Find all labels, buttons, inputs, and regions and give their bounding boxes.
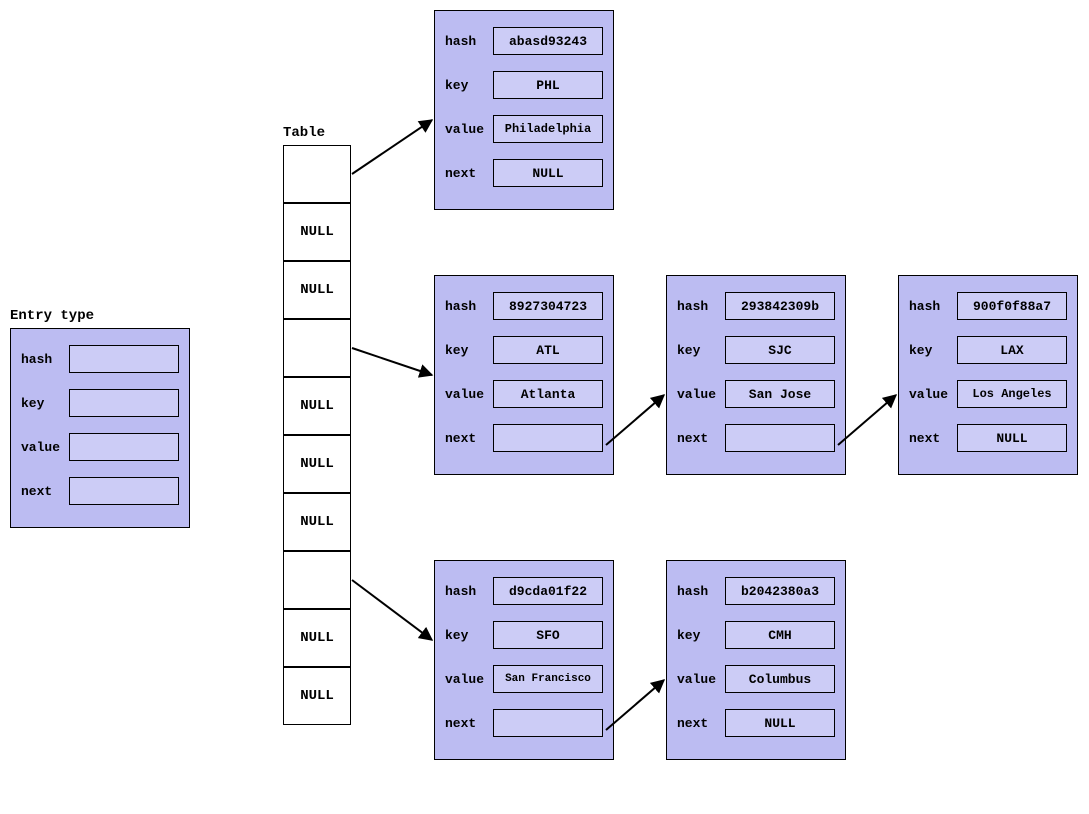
legend-value-label: value: [21, 440, 63, 455]
sfo-value-val: San Francisco: [493, 665, 603, 693]
atl-next-val: [493, 424, 603, 452]
table-slot-3: [283, 319, 351, 377]
atl-value-label: value: [445, 387, 487, 402]
phl-key-label: key: [445, 78, 487, 93]
arrow-sjc-lax: [838, 395, 896, 445]
legend-key-label: key: [21, 396, 63, 411]
sjc-next-val: [725, 424, 835, 452]
table-slot-5: NULL: [283, 435, 351, 493]
table-slot-6: NULL: [283, 493, 351, 551]
lax-hash-val: 900f0f88a7: [957, 292, 1067, 320]
sjc-key-label: key: [677, 343, 719, 358]
cmh-value-label: value: [677, 672, 719, 687]
node-lax: hash 900f0f88a7 key LAX value Los Angeles n…: [898, 275, 1078, 475]
phl-hash-val: abasd93243: [493, 27, 603, 55]
sfo-hash-val: d9cda01f22: [493, 577, 603, 605]
sjc-key-val: SJC: [725, 336, 835, 364]
sjc-hash-val: 293842309b: [725, 292, 835, 320]
atl-next-label: next: [445, 431, 487, 446]
sfo-next-val: [493, 709, 603, 737]
lax-key-val: LAX: [957, 336, 1067, 364]
sjc-value-val: San Jose: [725, 380, 835, 408]
phl-value-val: Philadelphia: [493, 115, 603, 143]
lax-value-label: value: [909, 387, 951, 402]
legend-hash-val: [69, 345, 179, 373]
atl-hash-val: 8927304723: [493, 292, 603, 320]
table-slot-4: NULL: [283, 377, 351, 435]
cmh-key-val: CMH: [725, 621, 835, 649]
sfo-key-label: key: [445, 628, 487, 643]
node-atl: hash 8927304723 key ATL value Atlanta next: [434, 275, 614, 475]
table-slot-2: NULL: [283, 261, 351, 319]
sjc-hash-label: hash: [677, 299, 719, 314]
arrow-slot7-sfo: [352, 580, 432, 640]
legend-next-label: next: [21, 484, 63, 499]
sfo-hash-label: hash: [445, 584, 487, 599]
table-slot-0: [283, 145, 351, 203]
entry-type-label: Entry type: [10, 308, 94, 324]
lax-key-label: key: [909, 343, 951, 358]
phl-hash-label: hash: [445, 34, 487, 49]
lax-hash-label: hash: [909, 299, 951, 314]
arrow-atl-sjc: [606, 395, 664, 445]
arrow-sfo-cmh: [606, 680, 664, 730]
sfo-next-label: next: [445, 716, 487, 731]
sfo-key-val: SFO: [493, 621, 603, 649]
table-slot-8: NULL: [283, 609, 351, 667]
arrow-slot3-atl: [352, 348, 432, 375]
node-phl: hashabasd93243 keyPHL valuePhiladelphia …: [434, 10, 614, 210]
lax-next-val: NULL: [957, 424, 1067, 452]
atl-key-label: key: [445, 343, 487, 358]
node-sjc: hash 293842309b key SJC value San Jose next: [666, 275, 846, 475]
sjc-next-label: next: [677, 431, 719, 446]
cmh-key-label: key: [677, 628, 719, 643]
cmh-value-val: Columbus: [725, 665, 835, 693]
lax-value-val: Los Angeles: [957, 380, 1067, 408]
cmh-next-val: NULL: [725, 709, 835, 737]
legend-next-val: [69, 477, 179, 505]
atl-value-val: Atlanta: [493, 380, 603, 408]
atl-key-val: ATL: [493, 336, 603, 364]
phl-key-val: PHL: [493, 71, 603, 99]
arrow-slot0-phl: [352, 120, 432, 174]
table-slot-9: NULL: [283, 667, 351, 725]
node-sfo: hash d9cda01f22 key SFO value San Francisco…: [434, 560, 614, 760]
phl-next-val: NULL: [493, 159, 603, 187]
node-cmh: hash b2042380a3 key CMH value Columbus next…: [666, 560, 846, 760]
table-slot-7: [283, 551, 351, 609]
entry-type-box: hash key value next: [10, 328, 190, 528]
cmh-hash-val: b2042380a3: [725, 577, 835, 605]
cmh-hash-label: hash: [677, 584, 719, 599]
phl-next-label: next: [445, 166, 487, 181]
sjc-value-label: value: [677, 387, 719, 402]
legend-hash-label: hash: [21, 352, 63, 367]
atl-hash-label: hash: [445, 299, 487, 314]
cmh-next-label: next: [677, 716, 719, 731]
legend-value-val: [69, 433, 179, 461]
table-slot-1: NULL: [283, 203, 351, 261]
phl-value-label: value: [445, 122, 487, 137]
sfo-value-label: value: [445, 672, 487, 687]
table-label: Table: [283, 125, 325, 141]
lax-next-label: next: [909, 431, 951, 446]
legend-key-val: [69, 389, 179, 417]
